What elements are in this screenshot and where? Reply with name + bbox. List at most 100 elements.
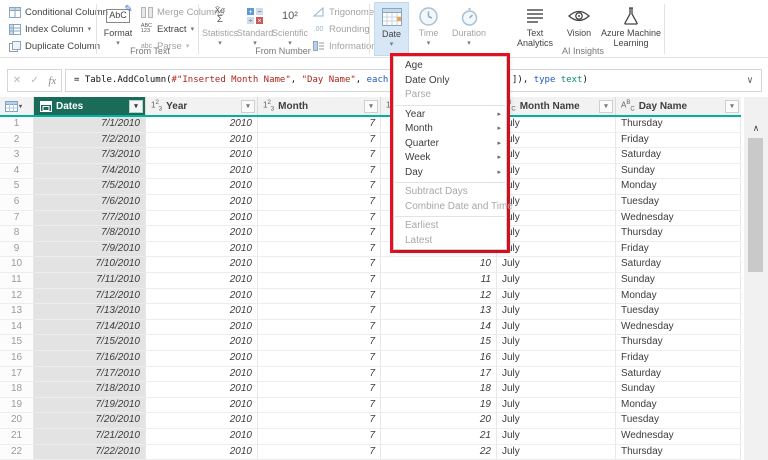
menu-item-quarter[interactable]: Quarter▸ bbox=[394, 137, 506, 152]
scrollbar-thumb[interactable] bbox=[748, 138, 763, 272]
duration-label: Duration bbox=[452, 29, 486, 39]
cell-month: 7 bbox=[258, 413, 381, 429]
code-token: #"Inserted Month Name" bbox=[172, 75, 291, 85]
table-row: 117/11/20102010711JulySunday bbox=[0, 273, 741, 289]
cell-month: 7 bbox=[258, 351, 381, 367]
grid-rows: 17/1/2010201071JulyThursday27/2/20102010… bbox=[0, 117, 741, 460]
table-row: 147/14/20102010714JulyWednesday bbox=[0, 320, 741, 336]
column-header-day-name[interactable]: ABC Day Name ▾ bbox=[616, 97, 741, 115]
cell-day_name: Friday bbox=[616, 133, 741, 149]
column-header-month[interactable]: 123 Month ▾ bbox=[258, 97, 381, 115]
time-button[interactable]: Time ▾ bbox=[412, 2, 445, 56]
cell-year: 2010 bbox=[146, 320, 258, 336]
menu-item-month[interactable]: Month▸ bbox=[394, 122, 506, 137]
code-token: each bbox=[367, 75, 389, 85]
filter-dropdown-icon[interactable]: ▾ bbox=[129, 100, 143, 113]
cell-n: 20 bbox=[0, 413, 34, 429]
formula-expand-chevron-icon[interactable]: ∨ bbox=[747, 70, 753, 91]
cell-day_name: Friday bbox=[616, 351, 741, 367]
cell-n: 4 bbox=[0, 164, 34, 180]
column-header-dates[interactable]: Dates ▾ bbox=[34, 97, 146, 115]
code-token: = Table.AddColumn( bbox=[74, 75, 172, 85]
extract-icon: ABC123 bbox=[140, 23, 153, 35]
menu-separator bbox=[395, 182, 505, 183]
column-header-month-name[interactable]: ABC Month Name ▾ bbox=[497, 97, 616, 115]
extract-label: Extract bbox=[157, 24, 187, 35]
cell-date: 7/9/2010 bbox=[34, 242, 146, 258]
filter-dropdown-icon[interactable]: ▾ bbox=[364, 100, 378, 113]
table-row: 137/13/20102010713JulyTuesday bbox=[0, 304, 741, 320]
menu-item-day[interactable]: Day▸ bbox=[394, 166, 506, 181]
duplicate-column-button[interactable]: Duplicate Column bbox=[8, 39, 108, 53]
cell-n: 14 bbox=[0, 320, 34, 336]
column-header-year[interactable]: 123 Year ▾ bbox=[146, 97, 258, 115]
ribbon-group-general: Conditional Column Index Column ▾ Duplic… bbox=[8, 5, 108, 53]
number-type-icon: 123 bbox=[151, 100, 162, 112]
svg-text:÷: ÷ bbox=[249, 18, 253, 24]
cell-month: 7 bbox=[258, 304, 381, 320]
cell-year: 2010 bbox=[146, 179, 258, 195]
menu-item-year[interactable]: Year▸ bbox=[394, 108, 506, 123]
cell-day_name: Saturday bbox=[616, 148, 741, 164]
cell-year: 2010 bbox=[146, 335, 258, 351]
group-label-from-number: From Number bbox=[238, 46, 328, 56]
duration-button[interactable]: Duration ▾ bbox=[447, 2, 491, 56]
cell-year: 2010 bbox=[146, 429, 258, 445]
filter-dropdown-icon[interactable]: ▾ bbox=[241, 100, 255, 113]
cell-day: 15 bbox=[381, 335, 497, 351]
cell-day_name: Monday bbox=[616, 179, 741, 195]
chevron-down-icon: ▾ bbox=[191, 26, 195, 33]
cell-day_name: Thursday bbox=[616, 445, 741, 460]
cancel-formula-icon[interactable]: ✕ bbox=[13, 75, 21, 86]
menu-item-date-only[interactable]: Date Only bbox=[394, 74, 506, 89]
conditional-column-button[interactable]: Conditional Column bbox=[8, 5, 108, 19]
cell-n: 2 bbox=[0, 133, 34, 149]
cell-year: 2010 bbox=[146, 195, 258, 211]
cell-n: 7 bbox=[0, 211, 34, 227]
cell-year: 2010 bbox=[146, 164, 258, 180]
ribbon-divider bbox=[198, 4, 199, 54]
submenu-arrow-icon: ▸ bbox=[497, 166, 501, 181]
cell-date: 7/19/2010 bbox=[34, 398, 146, 414]
menu-item-earliest: Earliest bbox=[394, 219, 506, 234]
cell-month: 7 bbox=[258, 148, 381, 164]
date-icon bbox=[382, 6, 402, 28]
cell-n: 8 bbox=[0, 226, 34, 242]
cell-month: 7 bbox=[258, 257, 381, 273]
cell-n: 6 bbox=[0, 195, 34, 211]
chevron-down-icon: ▾ bbox=[218, 40, 222, 47]
fx-icon: fx bbox=[48, 75, 56, 87]
cell-day_name: Wednesday bbox=[616, 211, 741, 227]
chevron-down-icon: ▾ bbox=[390, 41, 394, 48]
cell-year: 2010 bbox=[146, 289, 258, 305]
scroll-up-icon[interactable]: ∧ bbox=[744, 119, 768, 137]
filter-dropdown-icon[interactable]: ▾ bbox=[725, 100, 739, 113]
index-column-button[interactable]: Index Column ▾ bbox=[8, 22, 108, 36]
cell-month_name: July bbox=[497, 398, 616, 414]
cell-month_name: July bbox=[497, 242, 616, 258]
table-row: 97/9/2010201079JulyFriday bbox=[0, 242, 741, 258]
cell-month_name: July bbox=[497, 367, 616, 383]
statistics-button[interactable]: X̄σΣ Statistics ▾ bbox=[202, 2, 238, 56]
commit-formula-icon[interactable]: ✓ bbox=[31, 75, 39, 86]
formula-bar-buttons: ✕ ✓ fx bbox=[7, 69, 62, 92]
cell-day: 17 bbox=[381, 367, 497, 383]
grid-corner-cell[interactable]: ▾ bbox=[0, 97, 34, 115]
filter-dropdown-icon[interactable]: ▾ bbox=[599, 100, 613, 113]
cell-date: 7/16/2010 bbox=[34, 351, 146, 367]
cell-date: 7/5/2010 bbox=[34, 179, 146, 195]
cell-day: 14 bbox=[381, 320, 497, 336]
cell-year: 2010 bbox=[146, 242, 258, 258]
table-row: 27/2/2010201072JulyFriday bbox=[0, 133, 741, 149]
menu-item-week[interactable]: Week▸ bbox=[394, 151, 506, 166]
cell-month: 7 bbox=[258, 226, 381, 242]
table-row: 227/22/20102010722JulyThursday bbox=[0, 445, 741, 460]
cell-month: 7 bbox=[258, 445, 381, 460]
vertical-scrollbar[interactable]: ∧ bbox=[744, 97, 768, 460]
menu-item-age[interactable]: Age bbox=[394, 59, 506, 74]
cell-month: 7 bbox=[258, 179, 381, 195]
cell-date: 7/8/2010 bbox=[34, 226, 146, 242]
table-row: 107/10/20102010710JulySaturday bbox=[0, 257, 741, 273]
format-icon: AbC✎ bbox=[106, 5, 130, 27]
date-button[interactable]: Date ▾ bbox=[374, 2, 409, 56]
